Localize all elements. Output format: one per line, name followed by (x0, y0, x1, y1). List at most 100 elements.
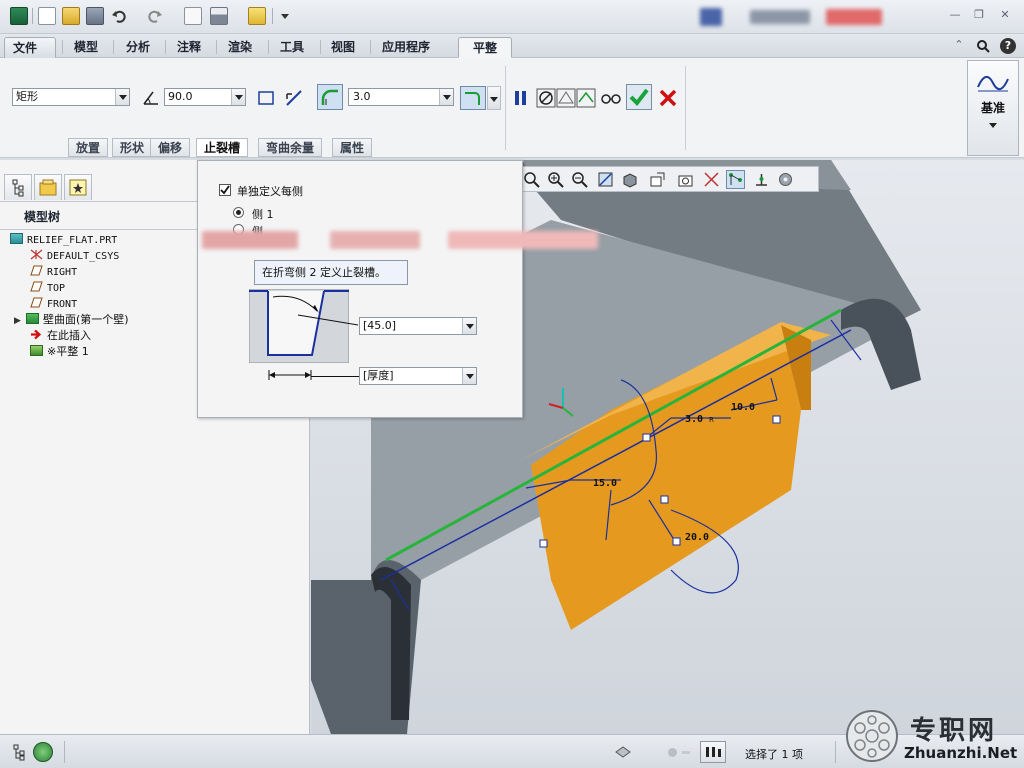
chevron-down-icon[interactable] (231, 89, 245, 105)
preview-geometry-icon[interactable] (556, 88, 576, 108)
chevron-down-icon[interactable] (462, 318, 476, 334)
display-style-icon[interactable] (620, 170, 639, 189)
customize-icon[interactable] (276, 7, 294, 25)
chevron-down-icon[interactable] (439, 89, 453, 105)
dim-width[interactable]: 10.0 (731, 402, 755, 413)
angle-value: 90.0 (168, 90, 193, 103)
subtab-shape[interactable]: 形状 (112, 138, 153, 157)
datum-display-icon[interactable] (702, 170, 721, 189)
subtab-bend-allowance[interactable]: 弯曲余量 (258, 138, 323, 157)
tree-item-part[interactable]: RELIEF_FLAT.PRT (10, 233, 117, 248)
tree-item-csys[interactable]: DEFAULT_CSYS (30, 249, 119, 264)
radius-select[interactable]: 3.0 (348, 88, 454, 106)
folder-icon[interactable] (248, 7, 266, 25)
settings-gear-icon[interactable] (776, 170, 795, 189)
dim-radius-unit: R (709, 416, 714, 424)
full-screen-icon[interactable] (614, 744, 632, 760)
tree-item-insert-here[interactable]: 在此插入 (30, 328, 91, 343)
repaint-icon[interactable] (596, 170, 615, 189)
tree-item-right[interactable]: RIGHT (30, 265, 77, 280)
model-tree-tab[interactable] (4, 174, 32, 200)
subtab-properties[interactable]: 属性 (332, 138, 373, 157)
chevron-down-icon[interactable] (462, 368, 476, 384)
minimize-icon[interactable]: — (948, 9, 962, 21)
saved-views-icon[interactable] (648, 170, 667, 189)
redo-icon[interactable] (146, 7, 164, 25)
zoom-in-icon[interactable] (546, 170, 565, 189)
status-divider (835, 741, 836, 763)
save-icon[interactable] (86, 7, 104, 25)
window-icon[interactable] (210, 7, 228, 25)
open-file-icon[interactable] (62, 7, 80, 25)
zoom-out-icon[interactable] (570, 170, 589, 189)
watermark-logo (846, 710, 898, 762)
cancel-icon[interactable] (658, 88, 678, 108)
help-icon[interactable]: ? (1000, 38, 1016, 54)
radius-side-dropdown[interactable] (487, 86, 501, 110)
tab-applications[interactable]: 应用程序 (374, 37, 438, 58)
search-icon[interactable] (976, 39, 990, 53)
tree-item-front[interactable]: FRONT (30, 297, 77, 312)
tree-item-flat-wall[interactable]: ※平整 1 (30, 344, 89, 359)
datum-plane-icon (30, 281, 43, 292)
tab-file[interactable]: 文件 ▾ (4, 37, 56, 75)
new-file-icon[interactable] (38, 7, 56, 25)
subtab-offset[interactable]: 偏移 (150, 138, 191, 157)
dim-length[interactable]: 15.0 (593, 478, 617, 489)
folder-browser-tab[interactable] (34, 174, 62, 200)
restore-icon[interactable]: ❐ (972, 9, 986, 21)
glasses-icon[interactable] (600, 88, 622, 108)
spin-center-icon[interactable] (752, 170, 771, 189)
app-logo-icon[interactable] (10, 7, 28, 25)
status-divider (64, 741, 65, 763)
tree-item-label: ※平整 1 (47, 345, 89, 358)
ribbon-panel: 矩形 90.0 3.0 基准 放置 形状 偏移 止裂槽 弯曲余量 属性 (0, 58, 1024, 158)
tree-item-wall[interactable]: ▶ 壁曲面(第一个壁) (14, 312, 129, 327)
filter-toggle-icon[interactable] (700, 741, 726, 763)
side1-radio[interactable] (233, 207, 244, 218)
csys-icon (30, 249, 43, 260)
navigator-toggle-icon[interactable] (10, 743, 28, 761)
datum-plane-icon (30, 297, 43, 308)
tab-flat[interactable]: 平整 (458, 37, 512, 58)
relief-depth-select[interactable]: [厚度] (359, 367, 477, 385)
annotation-display-icon[interactable] (726, 170, 745, 189)
radius-value: 3.0 (353, 90, 371, 103)
no-preview-icon[interactable] (536, 88, 556, 108)
bend-radius-icon[interactable] (317, 84, 343, 110)
wall-side-icon[interactable] (256, 88, 276, 108)
tab-tools[interactable]: 工具 (272, 37, 312, 58)
minimize-ribbon-icon[interactable]: ⌃ (952, 39, 966, 51)
expand-arrow-icon[interactable]: ▶ (14, 314, 26, 329)
favorites-tab[interactable] (64, 174, 92, 200)
tree-item-top[interactable]: TOP (30, 281, 65, 296)
radius-side-icon[interactable] (460, 86, 486, 110)
view-manager-icon[interactable] (676, 170, 695, 189)
tab-annotate[interactable]: 注释 (169, 37, 209, 58)
subtab-relief[interactable]: 止裂槽 (196, 138, 249, 157)
define-each-side-checkbox[interactable] (219, 184, 231, 196)
tab-view[interactable]: 视图 (323, 37, 363, 58)
pause-icon[interactable] (511, 88, 531, 108)
tab-render[interactable]: 渲染 (220, 37, 260, 58)
tab-analysis[interactable]: 分析 (118, 37, 158, 58)
dim-radius[interactable]: 3.0 (685, 414, 703, 425)
tab-model[interactable]: 模型 (66, 37, 106, 58)
accept-icon[interactable] (626, 84, 652, 110)
dim-offset[interactable]: 20.0 (685, 532, 709, 543)
regenerate-icon[interactable] (184, 7, 202, 25)
subtab-placement[interactable]: 放置 (68, 138, 109, 157)
refit-icon[interactable] (522, 170, 541, 189)
wall-icon (26, 313, 39, 324)
flip-direction-icon[interactable] (284, 88, 304, 108)
shape-select[interactable]: 矩形 (12, 88, 130, 106)
undo-icon[interactable] (110, 7, 128, 25)
browser-toggle-icon[interactable] (33, 742, 53, 762)
angle-select[interactable]: 90.0 (164, 88, 246, 106)
datum-button[interactable]: 基准 (967, 60, 1019, 156)
chevron-down-icon[interactable] (115, 89, 129, 105)
tree-item-label: 壁曲面(第一个壁) (43, 313, 129, 326)
relief-angle-select[interactable]: [45.0] (359, 317, 477, 335)
verify-mode-icon[interactable] (576, 88, 596, 108)
close-icon[interactable]: ✕ (998, 9, 1012, 21)
